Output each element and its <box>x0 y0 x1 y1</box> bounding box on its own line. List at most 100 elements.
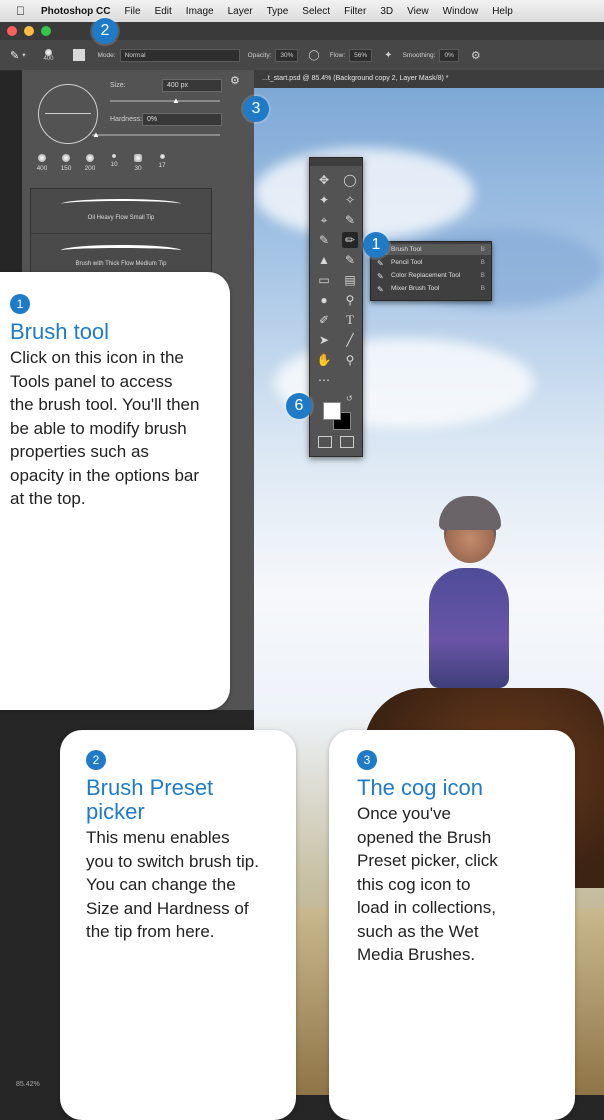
size-field[interactable]: 400 px <box>162 79 222 92</box>
zoom-readout: 85.42% <box>16 1081 40 1088</box>
brush-stroke-preview <box>61 199 181 209</box>
move-tool-icon[interactable]: ✥ <box>316 172 332 188</box>
zoom-tool-icon[interactable]: ⚲ <box>342 352 358 368</box>
brush-tip-preset[interactable]: 200 <box>78 152 102 182</box>
hardness-slider-handle[interactable]: ▲ <box>92 130 100 139</box>
menu-type[interactable]: Type <box>267 6 289 17</box>
history-brush-tool-icon[interactable]: ✎ <box>342 252 358 268</box>
callout-brush-preset-picker: 2 Brush Preset picker This menu enables … <box>60 730 296 1120</box>
path-selection-tool-icon[interactable]: ➤ <box>316 332 332 348</box>
document-tab[interactable]: ...t_start.psd @ 85.4% (Background copy … <box>254 70 604 88</box>
hardness-slider[interactable] <box>92 134 220 136</box>
healing-brush-tool-icon[interactable]: ✎ <box>316 232 332 248</box>
gradient-tool-icon[interactable]: ▤ <box>342 272 358 288</box>
type-tool-icon[interactable]: T <box>342 312 358 328</box>
menu-select[interactable]: Select <box>302 6 330 17</box>
brush-tip-preset[interactable]: 400 <box>30 152 54 182</box>
flyout-brush-tool[interactable]: ✏Brush ToolB <box>371 244 491 255</box>
callout-body: Click on this icon in the Tools panel to… <box>10 348 200 508</box>
size-slider[interactable] <box>110 100 220 102</box>
pressure-opacity-icon[interactable]: ◯ <box>308 50 319 61</box>
flow-field[interactable]: 56% <box>349 48 373 62</box>
menu-view[interactable]: View <box>407 6 429 17</box>
brush-tool-icon[interactable]: ✏ <box>342 232 358 248</box>
menu-filter[interactable]: Filter <box>344 6 366 17</box>
brush-settings-panel-icon[interactable] <box>73 49 86 61</box>
zoom-window-button[interactable] <box>41 26 51 36</box>
menu-app-name[interactable]: Photoshop CC <box>41 6 110 17</box>
minimize-window-button[interactable] <box>24 26 34 36</box>
brush-tool-icon[interactable]: ✎ <box>10 49 19 62</box>
flyout-pencil-tool[interactable]: ✎ Pencil Tool B <box>371 257 491 268</box>
options-bar: ✎ ▾ 400 Mode: Normal Opacity: 30% ◯ Flow… <box>0 40 604 71</box>
flow-label: Flow: <box>329 51 346 59</box>
mixer-brush-icon: ✎ <box>377 285 384 294</box>
quick-mask-icon[interactable] <box>318 436 332 448</box>
menu-file[interactable]: File <box>124 6 140 17</box>
mode-select[interactable]: Normal <box>119 48 240 62</box>
brush-tip-preset[interactable]: 17 <box>150 152 174 182</box>
hand-tool-icon[interactable]: ✋ <box>316 352 332 368</box>
menu-layer[interactable]: Layer <box>228 6 253 17</box>
airbrush-icon[interactable]: ✦ <box>384 50 392 61</box>
rider-figure <box>429 568 509 688</box>
document-tab-title: ...t_start.psd @ 85.4% (Background copy … <box>262 75 449 82</box>
crop-tool-icon[interactable]: ⌖ <box>316 212 332 228</box>
eyedropper-tool-icon[interactable]: ✎ <box>342 212 358 228</box>
foreground-color-swatch[interactable] <box>323 402 341 420</box>
size-label: Size: <box>110 82 126 89</box>
flyout-color-replacement-tool[interactable]: ✎ Color Replacement Tool B <box>371 270 491 281</box>
menu-image[interactable]: Image <box>186 6 214 17</box>
callout-number: 1 <box>10 294 30 314</box>
rider-helmet <box>439 496 501 530</box>
screen-mode-icon[interactable] <box>340 436 354 448</box>
brush-size-readout: 400 <box>43 55 54 62</box>
line-tool-icon[interactable]: ╱ <box>342 332 358 348</box>
blur-tool-icon[interactable]: ● <box>316 292 332 308</box>
callout-title: Brush Preset picker <box>86 775 214 824</box>
callout-cog-icon: 3 The cog icon Once you've opened the Br… <box>329 730 575 1120</box>
brush-angle-roundness-control[interactable] <box>38 84 98 144</box>
marker-3: 3 <box>243 96 269 122</box>
magic-wand-tool-icon[interactable]: ✧ <box>342 192 358 208</box>
marker-1: 1 <box>363 232 389 258</box>
chevron-down-icon[interactable]: ▾ <box>22 51 25 59</box>
clone-stamp-tool-icon[interactable]: ▲ <box>316 252 332 268</box>
menu-edit[interactable]: Edit <box>155 6 172 17</box>
tools-panel: ✥ ◯ ✦ ✧ ⌖ ✎ ✎ ✏ ▲ ✎ ▭ ▤ ● ⚲ ✐ T ➤ ╱ ✋ ⚲ … <box>309 157 363 457</box>
menu-help[interactable]: Help <box>492 6 513 17</box>
marquee-tool-icon[interactable]: ◯ <box>342 172 358 188</box>
pen-tool-icon[interactable]: ✐ <box>316 312 332 328</box>
hardness-field[interactable]: 0% <box>142 113 222 126</box>
callout-title: Brush tool <box>10 319 110 344</box>
flyout-mixer-brush-tool[interactable]: ✎ Mixer Brush Tool B <box>371 283 491 294</box>
apple-icon[interactable]:  <box>16 4 25 18</box>
gear-icon[interactable]: ⚙ <box>471 49 481 62</box>
size-slider-handle[interactable]: ▲ <box>172 96 180 105</box>
brush-tip-preset[interactable]: 30 <box>126 152 150 182</box>
brush-preset-picker-button[interactable]: 400 <box>37 48 59 62</box>
pencil-icon: ✎ <box>377 259 384 268</box>
dodge-tool-icon[interactable]: ⚲ <box>342 292 358 308</box>
cloud-shape <box>254 148 474 238</box>
gear-icon[interactable]: ⚙ <box>230 74 240 87</box>
tools-panel-header[interactable] <box>310 158 362 166</box>
brush-tip-icon <box>44 48 52 56</box>
brush-list-item[interactable]: Oil Heavy Flow Small Tip <box>31 189 211 234</box>
menu-3d[interactable]: 3D <box>380 6 393 17</box>
lasso-tool-icon[interactable]: ✦ <box>316 192 332 208</box>
brush-tip-preset[interactable]: 150 <box>54 152 78 182</box>
opacity-field[interactable]: 30% <box>275 48 299 62</box>
more-tools-icon[interactable]: ⋯ <box>316 372 332 388</box>
swap-colors-icon[interactable]: ↺ <box>346 394 353 403</box>
menu-bar:  Photoshop CC File Edit Image Layer Typ… <box>0 0 604 23</box>
marker-2: 2 <box>92 18 118 44</box>
smoothing-field[interactable]: 0% <box>439 48 459 62</box>
close-window-button[interactable] <box>7 26 17 36</box>
eraser-tool-icon[interactable]: ▭ <box>316 272 332 288</box>
callout-number: 3 <box>357 750 377 770</box>
brush-tip-preset[interactable]: 10 <box>102 152 126 182</box>
smoothing-label: Smoothing: <box>402 51 436 59</box>
menu-window[interactable]: Window <box>443 6 479 17</box>
opacity-label: Opacity: <box>247 51 272 59</box>
